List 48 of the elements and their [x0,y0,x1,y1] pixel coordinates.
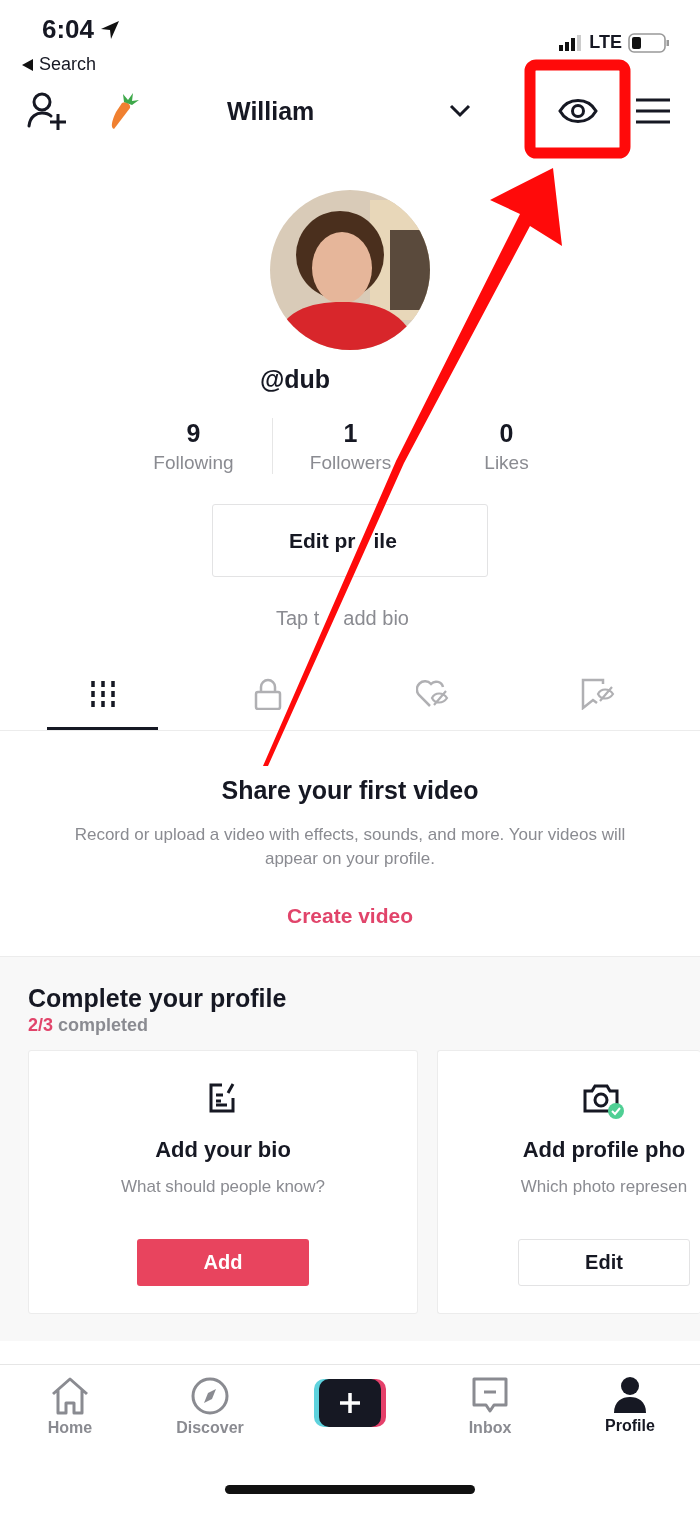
stat-count: 9 [186,418,201,448]
card-title: Add profile pho [522,1137,686,1163]
card-description: What should people know? [120,1177,326,1197]
empty-state-title: Share your first video [221,775,479,805]
nav-tab[interactable]: Home [0,1377,140,1437]
nav-tab[interactable]: Profile [560,1377,700,1437]
battery-icon [628,32,670,53]
note-edit-icon [208,1081,238,1115]
clock-time: 6:04 [42,14,95,45]
add-friend-icon[interactable] [27,92,67,130]
edit-button[interactable]: Edit [518,1239,690,1286]
stat-label: Likes [484,452,529,474]
bio-hint[interactable]: Tap t [276,607,320,630]
stat-label: Following [153,452,234,474]
edit-profile-button[interactable]: Edit pr ile [212,504,488,577]
grid-icon [89,680,116,707]
card-description: Which photo represen [520,1177,688,1197]
menu-icon[interactable] [636,98,670,124]
nav-tab[interactable]: Inbox [420,1377,560,1437]
chevron-down-icon[interactable] [449,104,471,118]
location-arrow-icon [100,19,121,40]
back-triangle-icon [22,58,33,71]
empty-state-description: Record or upload a video with effects, sounds, and more. Your videos will appear on your profile. [73,824,627,870]
bio-hint[interactable]: add bio [343,607,409,630]
hidden-heart-icon [415,678,450,709]
network-type: LTE [589,32,622,53]
person-icon [614,1377,646,1413]
inbox-message-icon [472,1377,508,1415]
progress-count: 2/3 [28,1015,54,1036]
compass-icon [191,1377,229,1415]
stat-label: Followers [309,452,392,474]
eye-icon[interactable] [558,97,598,125]
create-video-link[interactable]: Create video [286,904,414,928]
hidden-bookmark-icon [580,677,615,710]
section-title: Complete your profile [28,983,288,1013]
lock-icon [253,677,282,710]
stat-count: 0 [499,418,514,448]
card-title: Add your bio [155,1137,291,1163]
home-icon [50,1377,90,1415]
signal-icon [559,34,584,51]
create-plus-button[interactable] [314,1379,386,1427]
back-to-search-link[interactable]: Search [39,54,97,75]
stat-count: 1 [343,418,358,448]
account-name[interactable]: William [227,96,315,126]
progress-label: completed [58,1015,149,1036]
add-button[interactable]: Add [137,1239,309,1286]
nav-tab[interactable]: Discover [140,1377,280,1437]
username: @dub [259,364,331,394]
